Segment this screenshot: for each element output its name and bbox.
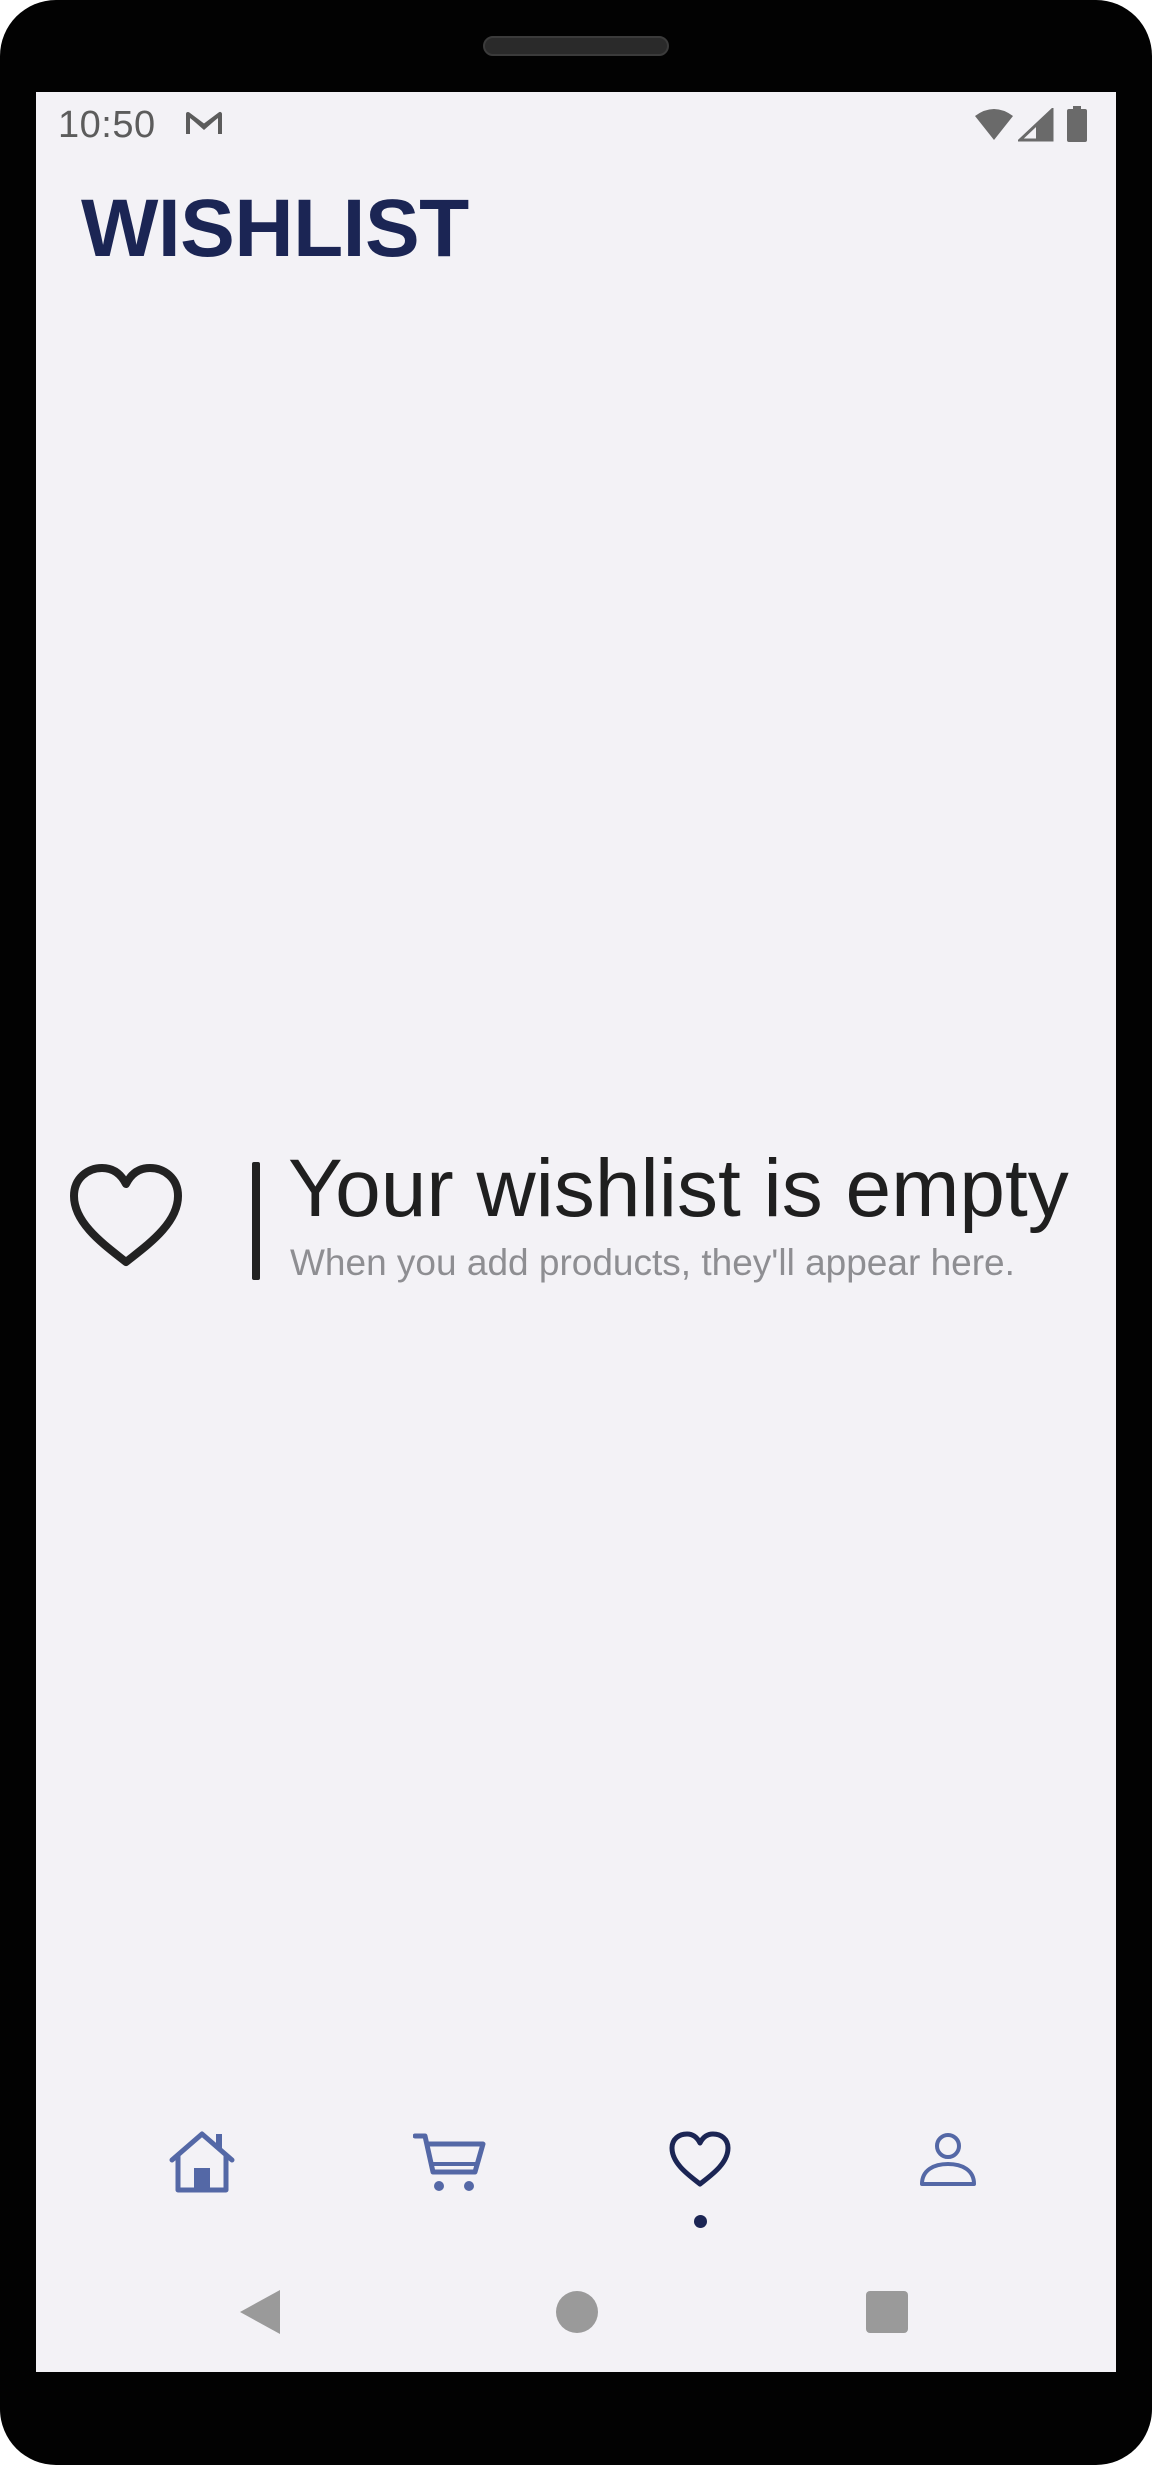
heart-outline-icon bbox=[70, 1164, 182, 1266]
home-circle-icon[interactable] bbox=[556, 2291, 598, 2333]
cart-icon bbox=[413, 2133, 486, 2191]
empty-state-title: Your wishlist is empty bbox=[288, 1143, 1069, 1234]
battery-icon bbox=[1067, 106, 1087, 142]
empty-state-subtitle: When you add products, they'll appear he… bbox=[290, 1242, 1015, 1283]
device-frame: 10:50 WISHLIST Your wishlist is empty Wh… bbox=[0, 0, 1152, 2465]
status-time: 10:50 bbox=[58, 104, 156, 146]
page-title: WISHLIST bbox=[81, 183, 469, 274]
home-icon bbox=[169, 2131, 235, 2193]
user-icon bbox=[920, 2133, 976, 2186]
screen: 10:50 WISHLIST Your wishlist is empty Wh… bbox=[36, 92, 1116, 2372]
system-nav-bar bbox=[36, 2262, 1116, 2372]
nav-profile-button[interactable] bbox=[888, 2102, 1008, 2232]
back-icon[interactable] bbox=[238, 2288, 282, 2336]
nav-active-indicator bbox=[694, 2215, 707, 2228]
bottom-nav bbox=[36, 2102, 1116, 2252]
gmail-icon bbox=[186, 112, 222, 134]
heart-icon bbox=[669, 2131, 731, 2187]
wifi-icon bbox=[975, 109, 1013, 140]
status-bar: 10:50 bbox=[36, 92, 1116, 162]
empty-state-divider bbox=[252, 1162, 260, 1280]
signal-icon bbox=[1018, 108, 1054, 142]
device-speaker bbox=[483, 36, 669, 56]
nav-home-button[interactable] bbox=[142, 2102, 262, 2232]
recents-square-icon[interactable] bbox=[866, 2291, 908, 2333]
nav-wishlist-button[interactable] bbox=[640, 2102, 760, 2232]
nav-cart-button[interactable] bbox=[390, 2102, 510, 2232]
empty-state: Your wishlist is empty When you add prod… bbox=[66, 1142, 1106, 1322]
